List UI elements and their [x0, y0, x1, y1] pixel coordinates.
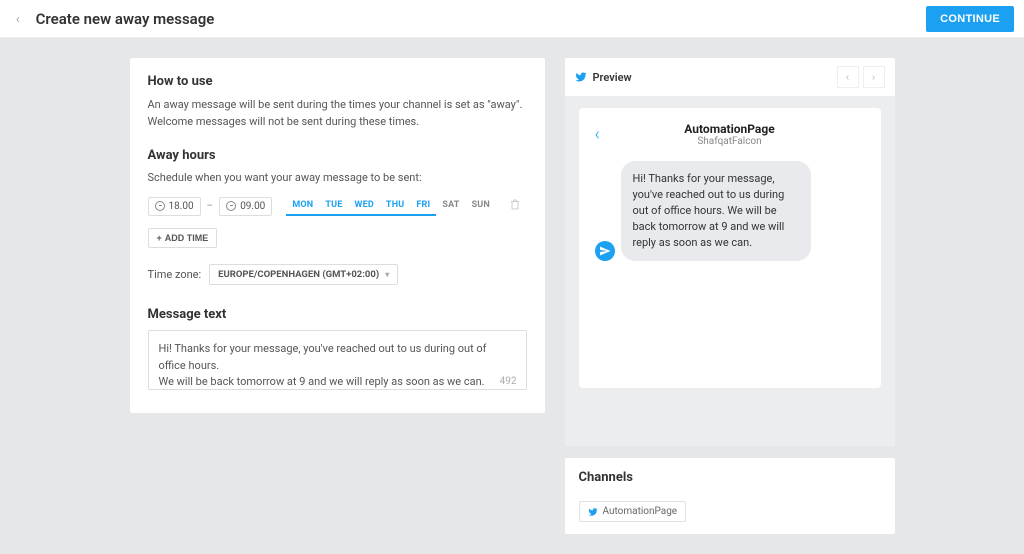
back-chevron-icon[interactable]: ‹	[10, 8, 26, 30]
day-sun[interactable]: SUN	[466, 196, 496, 216]
start-time-input[interactable]: 18.00	[148, 197, 201, 216]
away-hours-row: 18.00 – 09.00 MONTUEWEDTHUFRISATSUN	[148, 196, 527, 216]
add-time-label: ADD TIME	[165, 233, 209, 243]
content-area: How to use An away message will be sent …	[0, 38, 1024, 554]
end-time-input[interactable]: 09.00	[219, 197, 272, 216]
channels-card: Channels AutomationPage	[565, 458, 895, 534]
continue-button[interactable]: CONTINUE	[926, 6, 1014, 32]
day-wed[interactable]: WED	[349, 196, 380, 216]
day-fri[interactable]: FRI	[410, 196, 436, 216]
right-column: Preview ‹ › ‹ AutomationPage ShafqatFalc…	[565, 58, 895, 534]
away-hours-heading: Away hours	[148, 148, 527, 163]
how-to-use-desc: An away message will be sent during the …	[148, 97, 527, 130]
message-text-heading: Message text	[148, 307, 527, 322]
char-count: 492	[500, 376, 517, 387]
channel-label: AutomationPage	[603, 506, 678, 517]
preview-body: ‹ AutomationPage ShafqatFalcon Hi! Thank…	[565, 96, 895, 446]
phone-page-name: AutomationPage	[595, 122, 865, 136]
away-hours-desc: Schedule when you want your away message…	[148, 171, 527, 184]
preview-prev-button[interactable]: ‹	[837, 66, 859, 88]
avatar-icon	[599, 245, 611, 257]
start-time-value: 18.00	[169, 201, 194, 212]
days-picker: MONTUEWEDTHUFRISATSUN	[286, 196, 496, 216]
day-tue[interactable]: TUE	[319, 196, 348, 216]
avatar	[595, 241, 615, 261]
phone-title-wrap: AutomationPage ShafqatFalcon	[595, 122, 865, 147]
channels-heading: Channels	[579, 470, 881, 485]
preview-next-button[interactable]: ›	[863, 66, 885, 88]
end-time-value: 09.00	[240, 201, 265, 212]
timezone-select[interactable]: EUROPE/COPENHAGEN (GMT+02:00) ▾	[209, 264, 398, 285]
timezone-row: Time zone: EUROPE/COPENHAGEN (GMT+02:00)…	[148, 264, 527, 285]
delete-icon[interactable]	[510, 199, 520, 213]
add-time-button[interactable]: + ADD TIME	[148, 228, 218, 248]
day-sat[interactable]: SAT	[436, 196, 465, 216]
phone-back-icon[interactable]: ‹	[595, 124, 600, 145]
phone-header: ‹ AutomationPage ShafqatFalcon	[595, 122, 865, 147]
preview-nav: ‹ ›	[837, 66, 885, 88]
chevron-down-icon: ▾	[385, 270, 389, 279]
preview-header: Preview ‹ ›	[565, 58, 895, 96]
message-bubble: Hi! Thanks for your message, you've reac…	[621, 161, 811, 261]
clock-icon	[155, 201, 165, 211]
message-textarea[interactable]	[148, 330, 527, 390]
top-bar: ‹ Create new away message CONTINUE	[0, 0, 1024, 38]
phone-handle: ShafqatFalcon	[595, 136, 865, 147]
form-card: How to use An away message will be sent …	[130, 58, 545, 413]
preview-header-left: Preview	[575, 71, 632, 84]
preview-card: Preview ‹ › ‹ AutomationPage ShafqatFalc…	[565, 58, 895, 446]
channel-chip[interactable]: AutomationPage	[579, 501, 687, 522]
message-row: Hi! Thanks for your message, you've reac…	[595, 161, 865, 261]
preview-title: Preview	[593, 71, 632, 84]
plus-icon: +	[157, 233, 162, 243]
message-text-wrap: 492	[148, 330, 527, 393]
clock-icon	[226, 201, 236, 211]
timezone-value: EUROPE/COPENHAGEN (GMT+02:00)	[218, 269, 379, 280]
timezone-label: Time zone:	[148, 268, 202, 281]
twitter-icon	[588, 507, 598, 517]
day-thu[interactable]: THU	[380, 196, 410, 216]
channels-list: AutomationPage	[579, 493, 881, 522]
time-dash: –	[207, 201, 214, 212]
day-mon[interactable]: MON	[286, 196, 319, 216]
twitter-icon	[575, 71, 587, 83]
phone-mock: ‹ AutomationPage ShafqatFalcon Hi! Thank…	[579, 108, 881, 388]
top-bar-left: ‹ Create new away message	[10, 8, 214, 30]
how-to-use-heading: How to use	[148, 74, 527, 89]
page-title: Create new away message	[36, 10, 215, 28]
